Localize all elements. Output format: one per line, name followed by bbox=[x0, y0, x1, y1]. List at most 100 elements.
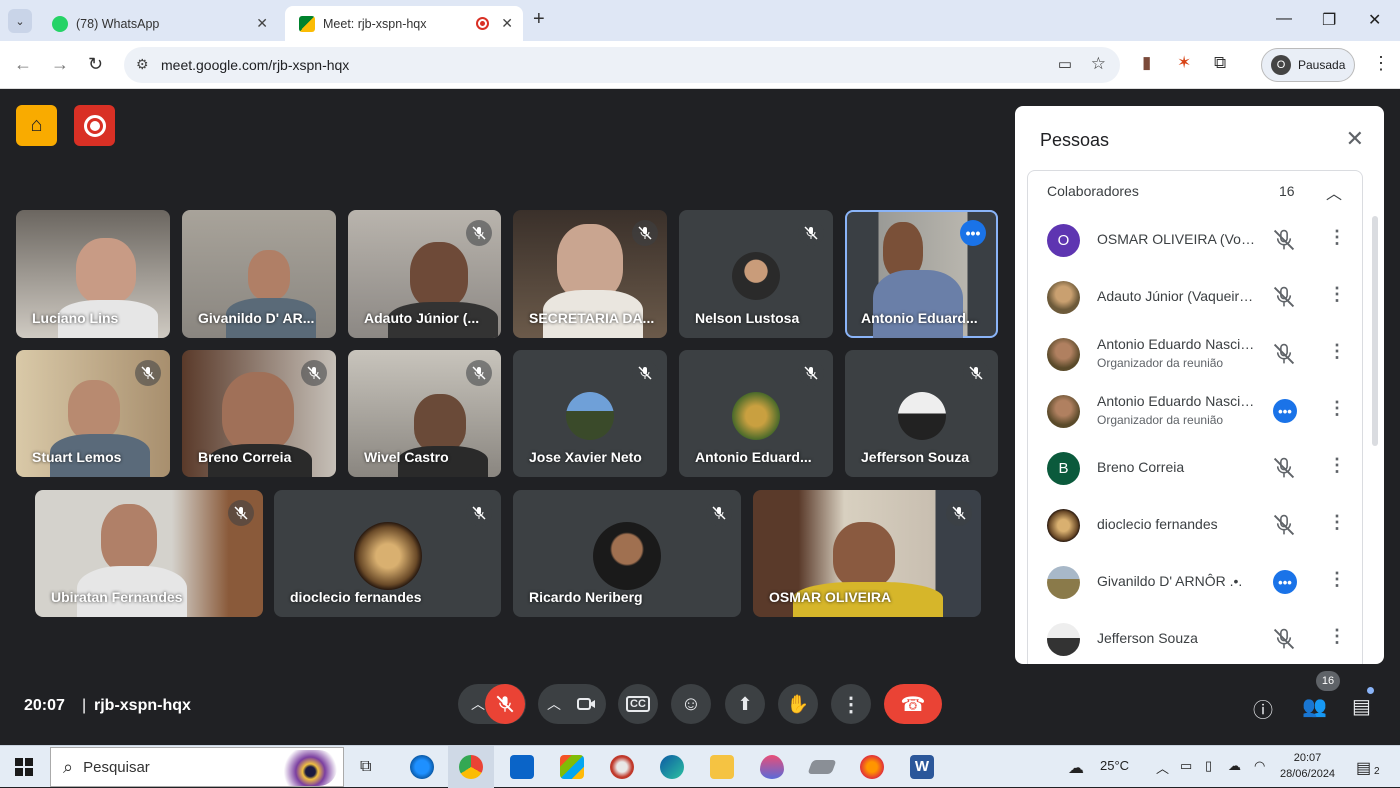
tab-search-button[interactable]: ⌄ bbox=[8, 9, 32, 33]
firefox-icon[interactable] bbox=[860, 755, 884, 779]
file-explorer-icon[interactable] bbox=[710, 755, 734, 779]
leave-call-button[interactable]: ☎ bbox=[884, 684, 942, 724]
participant-tile[interactable]: Wivel Castro bbox=[348, 350, 501, 477]
participant-tile[interactable]: OSMAR OLIVEIRA bbox=[753, 490, 981, 617]
more-options-icon[interactable]: ••• bbox=[960, 220, 986, 246]
wifi-icon[interactable]: ◠ bbox=[1254, 758, 1265, 774]
start-button[interactable] bbox=[15, 758, 33, 776]
more-vert-icon[interactable]: ⋮ bbox=[1328, 398, 1346, 419]
list-item[interactable]: O OSMAR OLIVEIRA (Você) ⋮ bbox=[1028, 212, 1364, 269]
weather-icon[interactable]: ☁ bbox=[1068, 758, 1084, 778]
more-vert-icon[interactable]: ⋮ bbox=[1328, 455, 1346, 476]
people-icon[interactable]: 👥 bbox=[1302, 694, 1327, 719]
browser-menu-icon[interactable]: ⋮ bbox=[1372, 53, 1390, 74]
close-tab-icon[interactable]: ✕ bbox=[256, 15, 268, 32]
extension-icon[interactable]: ▮ bbox=[1142, 53, 1151, 73]
minimize-button[interactable]: — bbox=[1276, 10, 1292, 28]
participant-tile-active[interactable]: ••• Antonio Eduard... bbox=[845, 210, 998, 338]
collaborators-section-header[interactable]: Colaboradores 16 ︿ bbox=[1027, 170, 1363, 212]
reactions-button[interactable]: ☺ bbox=[671, 684, 711, 724]
camera-icon[interactable]: ▭ bbox=[1058, 55, 1072, 73]
extension-icon[interactable]: ✶ bbox=[1177, 53, 1191, 73]
participant-tile[interactable]: dioclecio fernandes bbox=[274, 490, 501, 617]
url-text[interactable]: meet.google.com/rjb-xspn-hqx bbox=[161, 57, 349, 73]
camera-icon[interactable] bbox=[577, 696, 597, 712]
new-tab-button[interactable]: + bbox=[533, 8, 545, 31]
internet-explorer-icon[interactable] bbox=[410, 755, 434, 779]
list-item[interactable]: Antonio Eduardo Nascimento Organizador d… bbox=[1028, 326, 1364, 383]
list-item[interactable]: Jefferson Souza ⋮ bbox=[1028, 611, 1364, 664]
bookmark-star-icon[interactable]: ☆ bbox=[1091, 54, 1106, 74]
address-bar[interactable]: ⚙ meet.google.com/rjb-xspn-hqx ▭ ☆ bbox=[124, 47, 1120, 83]
chat-icon[interactable]: ▤ bbox=[1352, 694, 1371, 719]
temperature[interactable]: 25°C bbox=[1100, 758, 1129, 773]
show-hidden-icons-chevron-icon[interactable]: ︿ bbox=[1156, 758, 1169, 777]
close-icon[interactable]: ✕ bbox=[1346, 126, 1364, 152]
list-item[interactable]: B Breno Correia ⋮ bbox=[1028, 440, 1364, 497]
participant-tile[interactable]: Jose Xavier Neto bbox=[513, 350, 667, 477]
close-window-button[interactable]: ✕ bbox=[1368, 10, 1381, 30]
restore-button[interactable]: ❐ bbox=[1322, 10, 1336, 30]
edge-icon[interactable] bbox=[660, 755, 684, 779]
list-item[interactable]: Givanildo D' ARNÔR .•. ••• ⋮ bbox=[1028, 554, 1364, 611]
droplet-app-icon[interactable] bbox=[760, 755, 784, 779]
participant-tile[interactable]: Stuart Lemos bbox=[16, 350, 170, 477]
participant-tile[interactable]: Nelson Lustosa bbox=[679, 210, 833, 338]
more-vert-icon[interactable]: ⋮ bbox=[1328, 512, 1346, 533]
participant-tile[interactable]: Jefferson Souza bbox=[845, 350, 998, 477]
tab-meet[interactable]: Meet: rjb-xspn-hqx ✕ bbox=[285, 6, 523, 41]
list-item[interactable]: Adauto Júnior (Vaqueiro...) ⋮ bbox=[1028, 269, 1364, 326]
participant-tile[interactable]: SECRETARIA DA... bbox=[513, 210, 667, 338]
mic-options-chevron-icon[interactable]: ︿ bbox=[471, 694, 485, 714]
participant-avatar bbox=[732, 252, 780, 300]
more-options-button[interactable]: ⋮ bbox=[831, 684, 871, 724]
site-info-icon[interactable]: ⚙ bbox=[136, 56, 149, 73]
toggle-mic-button[interactable] bbox=[485, 684, 525, 724]
profile-button[interactable]: O Pausada bbox=[1261, 48, 1355, 82]
battery-icon[interactable]: ▭ bbox=[1180, 758, 1192, 774]
list-item[interactable]: Antonio Eduardo Nascimento Organizador d… bbox=[1028, 383, 1364, 440]
forward-button[interactable]: → bbox=[51, 54, 69, 75]
present-screen-button[interactable]: ⬆ bbox=[725, 684, 765, 724]
participant-tile[interactable]: Breno Correia bbox=[182, 350, 336, 477]
more-vert-icon[interactable]: ⋮ bbox=[1328, 341, 1346, 362]
participant-tile[interactable]: Antonio Eduard... bbox=[679, 350, 833, 477]
onedrive-icon[interactable]: ☁ bbox=[1228, 758, 1241, 774]
participant-name: Stuart Lemos bbox=[32, 449, 122, 465]
device-icon[interactable]: ▯ bbox=[1205, 758, 1212, 774]
meeting-details-icon[interactable]: ⓘ bbox=[1253, 694, 1273, 723]
more-vert-icon[interactable]: ⋮ bbox=[1328, 284, 1346, 305]
taskbar-search[interactable]: ⌕ Pesquisar bbox=[50, 747, 344, 787]
app-icon[interactable] bbox=[807, 760, 837, 774]
store-icon[interactable] bbox=[560, 755, 584, 779]
participant-tile[interactable]: Givanildo D' AR... bbox=[182, 210, 336, 338]
more-vert-icon[interactable]: ⋮ bbox=[1328, 569, 1346, 590]
tab-whatsapp[interactable]: (78) WhatsApp ✕ bbox=[38, 6, 278, 41]
captions-button[interactable]: CC bbox=[618, 684, 658, 724]
reload-button[interactable]: ↻ bbox=[88, 54, 103, 75]
meeting-info-button[interactable]: ⌂ bbox=[16, 105, 57, 146]
participant-avatar bbox=[566, 391, 614, 440]
notification-icon[interactable]: ▤ bbox=[1356, 758, 1371, 778]
chrome-icon[interactable] bbox=[459, 755, 483, 779]
camera-options-chevron-icon[interactable]: ︿ bbox=[547, 694, 561, 714]
paint-icon[interactable] bbox=[610, 755, 634, 779]
participant-tile[interactable]: Ricardo Neriberg bbox=[513, 490, 741, 617]
task-view-icon[interactable]: ⧉ bbox=[360, 758, 371, 776]
taskbar-clock[interactable]: 20:07 28/06/2024 bbox=[1280, 750, 1335, 782]
participant-tile[interactable]: Luciano Lins bbox=[16, 210, 170, 338]
more-vert-icon[interactable]: ⋮ bbox=[1328, 227, 1346, 248]
mail-icon[interactable] bbox=[510, 755, 534, 779]
participant-tile[interactable]: Ubiratan Fernandes bbox=[35, 490, 263, 617]
back-button[interactable]: ← bbox=[14, 54, 32, 75]
more-vert-icon[interactable]: ⋮ bbox=[1328, 626, 1346, 647]
recording-indicator-button[interactable] bbox=[74, 105, 115, 146]
list-item[interactable]: dioclecio fernandes ⋮ bbox=[1028, 497, 1364, 554]
chevron-up-icon[interactable]: ︿ bbox=[1326, 180, 1342, 204]
participant-tile[interactable]: Adauto Júnior (... bbox=[348, 210, 501, 338]
raise-hand-button[interactable]: ✋ bbox=[778, 684, 818, 724]
panel-scrollbar[interactable] bbox=[1372, 216, 1378, 446]
close-tab-icon[interactable]: ✕ bbox=[501, 15, 513, 32]
word-icon[interactable]: W bbox=[910, 755, 934, 779]
extensions-puzzle-icon[interactable]: ⧉ bbox=[1214, 53, 1226, 73]
